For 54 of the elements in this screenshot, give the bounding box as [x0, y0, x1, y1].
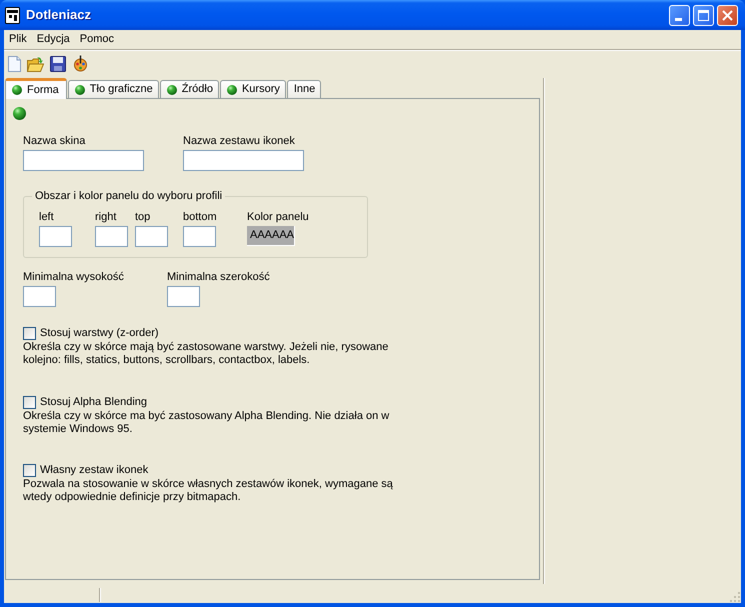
resize-grip-icon	[730, 592, 740, 602]
menu-item[interactable]: Edycja	[32, 33, 75, 46]
window-title: Dotleniacz	[26, 6, 92, 24]
checkbox-label: Stosuj warstwy (z-order)	[40, 327, 159, 340]
palette-icon[interactable]	[72, 55, 89, 72]
field-label: Nazwa skina	[23, 135, 86, 148]
minimize-icon	[675, 18, 682, 20]
text-field[interactable]	[183, 150, 304, 171]
field-label: right	[95, 211, 116, 224]
text-field[interactable]	[135, 226, 168, 247]
group-title: Obszar i kolor panelu do wyboru profili	[34, 190, 224, 203]
save-icon[interactable]	[50, 56, 66, 72]
option-description: Pozwala na stosowanie w skórce własnych zestawów ikonek, wymagane są wtedy odpowiednie definicje przy bitmapach.	[23, 478, 394, 504]
minimize-button[interactable]	[669, 4, 690, 26]
maximize-button[interactable]	[693, 4, 714, 26]
text-field[interactable]	[23, 286, 56, 307]
dot-icon	[12, 85, 22, 95]
tab[interactable]: Inne	[286, 80, 322, 98]
text-field[interactable]	[167, 286, 200, 307]
app-icon	[5, 6, 20, 24]
field-label: Nazwa zestawu ikonek	[183, 135, 295, 148]
option-description: Określa czy w skórce mają być zastosowane warstwy. Jeżeli nie, rysowane kolejno: fills, statics, buttons, scrollbars, contactbox, labels.	[23, 341, 390, 367]
field-label: top	[135, 211, 150, 224]
color-field[interactable]: AAAAAA	[247, 226, 295, 246]
tab[interactable]: Tło graficzne	[68, 80, 159, 98]
field-label: Minimalna wysokość	[23, 271, 124, 284]
dot-icon	[166, 84, 177, 94]
text-field[interactable]	[23, 150, 144, 171]
maximize-icon	[698, 10, 709, 20]
dot-icon	[74, 84, 85, 94]
field-label: Minimalna szerokość	[167, 271, 270, 284]
field-label: Kolor panelu	[247, 211, 309, 224]
tab[interactable]: Źródło	[160, 80, 219, 98]
checkbox[interactable]	[23, 327, 36, 340]
tab[interactable]: Forma	[5, 78, 67, 99]
folder-icon[interactable]	[27, 56, 44, 72]
checkbox-label: Własny zestaw ikonek	[40, 464, 148, 477]
menu-item[interactable]: Pomoc	[74, 33, 120, 46]
close-icon	[722, 10, 733, 20]
checkbox[interactable]	[23, 464, 36, 477]
field-label: left	[39, 211, 54, 224]
checkbox[interactable]	[23, 396, 36, 409]
menu-item[interactable]: Plik	[4, 33, 32, 46]
text-field[interactable]	[183, 226, 216, 247]
text-field[interactable]	[39, 226, 72, 247]
document-icon[interactable]	[8, 56, 21, 72]
field-label: bottom	[183, 211, 217, 224]
tab[interactable]: Kursory	[220, 80, 286, 98]
option-description: Określa czy w skórce ma być zastosowany Alpha Blending. Nie działa on w systemie Windows 95.	[23, 410, 390, 436]
dot-icon	[226, 84, 237, 94]
dot-icon	[13, 107, 26, 120]
text-field[interactable]	[95, 226, 128, 247]
close-button[interactable]	[717, 4, 738, 26]
checkbox-label: Stosuj Alpha Blending	[40, 396, 148, 409]
